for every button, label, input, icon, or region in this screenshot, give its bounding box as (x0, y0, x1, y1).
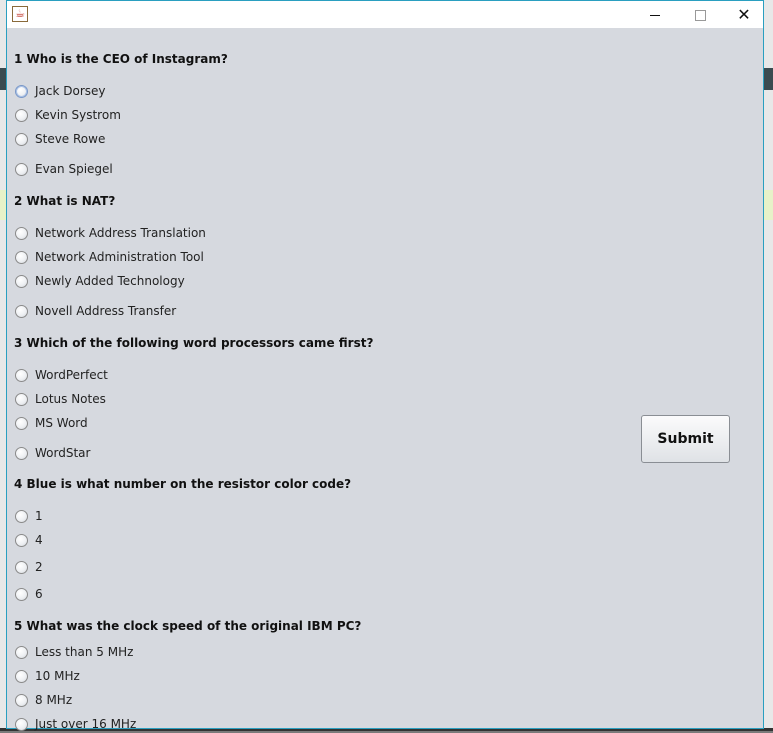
radio-button[interactable] (15, 132, 28, 146)
java-icon[interactable]: ☕ (12, 6, 28, 22)
option-label[interactable]: Network Address Translation (35, 226, 206, 240)
radio-button[interactable] (15, 250, 28, 264)
answer-option[interactable]: Lotus Notes (15, 390, 106, 408)
question-title: 1 Who is the CEO of Instagram? (14, 52, 228, 66)
answer-option[interactable]: 1 (15, 507, 43, 525)
option-label[interactable]: Less than 5 MHz (35, 645, 133, 659)
answer-option[interactable]: Novell Address Transfer (15, 302, 176, 320)
answer-option[interactable]: 8 MHz (15, 691, 72, 709)
close-button[interactable]: ✕ (721, 1, 767, 28)
option-label[interactable]: 10 MHz (35, 669, 80, 683)
minimize-button[interactable] (632, 1, 678, 28)
answer-option[interactable]: 6 (15, 585, 43, 603)
answer-option[interactable]: Newly Added Technology (15, 272, 185, 290)
radio-button[interactable] (15, 645, 28, 659)
option-label[interactable]: Jack Dorsey (35, 84, 106, 98)
answer-option[interactable]: Just over 16 MHz (15, 715, 136, 733)
answer-option[interactable]: WordPerfect (15, 366, 108, 384)
radio-button[interactable] (15, 368, 28, 382)
radio-button[interactable] (15, 392, 28, 406)
option-label[interactable]: Evan Spiegel (35, 162, 113, 176)
answer-option[interactable]: Steve Rowe (15, 130, 105, 148)
radio-button[interactable] (15, 533, 28, 547)
submit-button[interactable]: Submit (641, 415, 730, 463)
radio-button[interactable] (15, 162, 28, 176)
radio-button[interactable] (15, 108, 28, 122)
question-title: 5 What was the clock speed of the origin… (14, 619, 362, 633)
radio-button[interactable] (15, 226, 28, 240)
radio-button[interactable] (15, 84, 28, 98)
radio-button[interactable] (15, 587, 28, 601)
answer-option[interactable]: WordStar (15, 444, 90, 462)
option-label[interactable]: 2 (35, 560, 43, 574)
answer-option[interactable]: Jack Dorsey (15, 82, 106, 100)
option-label[interactable]: Kevin Systrom (35, 108, 121, 122)
option-label[interactable]: Newly Added Technology (35, 274, 185, 288)
maximize-icon (694, 10, 706, 21)
option-label[interactable]: 4 (35, 533, 43, 547)
option-label[interactable]: Novell Address Transfer (35, 304, 176, 318)
answer-option[interactable]: 10 MHz (15, 667, 80, 685)
answer-option[interactable]: 4 (15, 531, 43, 549)
question-title: 4 Blue is what number on the resistor co… (14, 477, 352, 491)
quiz-window: ☕ ✕ 1 Who is the CEO of Instagram? Jack … (6, 0, 764, 731)
radio-button[interactable] (15, 560, 28, 574)
question-title: 3 Which of the following word processors… (14, 336, 374, 350)
radio-button[interactable] (15, 446, 28, 460)
answer-option[interactable]: 2 (15, 558, 43, 576)
minimize-icon (650, 15, 660, 16)
question-title: 2 What is NAT? (14, 194, 116, 208)
close-icon: ✕ (737, 5, 751, 24)
answer-option[interactable]: Evan Spiegel (15, 160, 113, 178)
background-window-right (763, 0, 773, 731)
option-label[interactable]: Steve Rowe (35, 132, 105, 146)
option-label[interactable]: WordStar (35, 446, 90, 460)
radio-button[interactable] (15, 669, 28, 683)
option-label[interactable]: MS Word (35, 416, 88, 430)
maximize-button[interactable] (677, 1, 723, 28)
answer-option[interactable]: Network Address Translation (15, 224, 206, 242)
answer-option[interactable]: MS Word (15, 414, 88, 432)
option-label[interactable]: Just over 16 MHz (35, 717, 136, 731)
radio-button[interactable] (15, 693, 28, 707)
radio-button[interactable] (15, 274, 28, 288)
answer-option[interactable]: Network Administration Tool (15, 248, 204, 266)
option-label[interactable]: 1 (35, 509, 43, 523)
background-band-right (763, 68, 773, 90)
option-label[interactable]: 8 MHz (35, 693, 72, 707)
answer-option[interactable]: Less than 5 MHz (15, 643, 133, 661)
option-label[interactable]: Network Administration Tool (35, 250, 204, 264)
background-highlight-right (763, 190, 773, 220)
option-label[interactable]: 6 (35, 587, 43, 601)
option-label[interactable]: WordPerfect (35, 368, 108, 382)
option-label[interactable]: Lotus Notes (35, 392, 106, 406)
radio-button[interactable] (15, 416, 28, 430)
radio-button[interactable] (15, 717, 28, 731)
radio-button[interactable] (15, 304, 28, 318)
title-bar[interactable]: ☕ ✕ (7, 1, 763, 28)
radio-button[interactable] (15, 509, 28, 523)
answer-option[interactable]: Kevin Systrom (15, 106, 121, 124)
quiz-panel: 1 Who is the CEO of Instagram? Jack Dors… (7, 28, 763, 731)
